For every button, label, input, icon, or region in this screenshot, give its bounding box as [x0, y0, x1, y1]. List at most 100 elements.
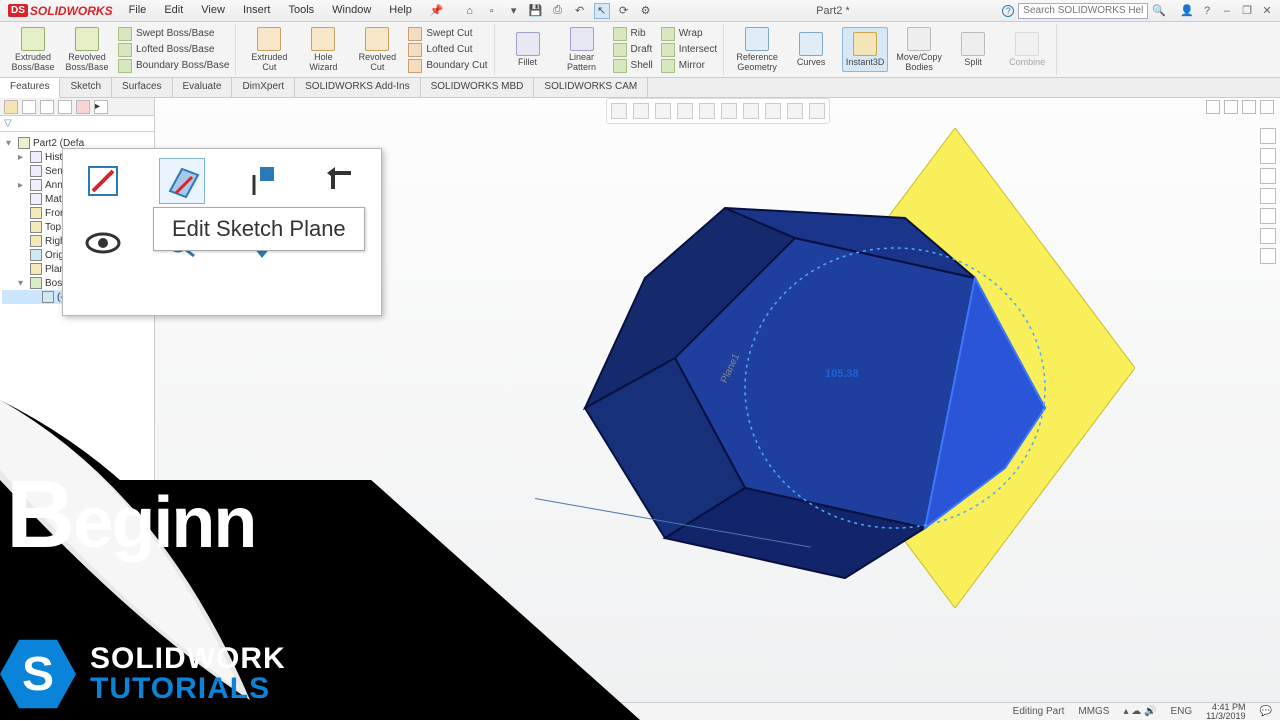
intersect-button[interactable]: Intersect	[661, 43, 717, 57]
hole-wizard-button[interactable]: Hole Wizard	[300, 27, 346, 73]
notifications-icon[interactable]: 💬	[1260, 706, 1272, 717]
rebuild-icon[interactable]: ⟳	[616, 3, 632, 19]
close-icon[interactable]: ✕	[1260, 4, 1274, 18]
zoom-fit-icon[interactable]	[611, 103, 627, 119]
fillet-button[interactable]: Fillet	[505, 27, 551, 73]
home-icon[interactable]: ⌂	[462, 3, 478, 19]
ref-geometry-button[interactable]: Reference Geometry	[734, 27, 780, 73]
context-toolbar-popup: Edit Sketch Plane	[62, 148, 382, 316]
swept-boss-button[interactable]: Swept Boss/Base	[118, 27, 229, 41]
wrap-button[interactable]: Wrap	[661, 27, 717, 41]
title-bar: DSSOLIDWORKS File Edit View Insert Tools…	[0, 0, 1280, 22]
taskpane-custom-icon[interactable]	[1260, 228, 1276, 244]
print-icon[interactable]: ⎙	[550, 3, 566, 19]
extruded-boss-button[interactable]: Extruded Boss/Base	[10, 27, 56, 73]
doc-min-icon[interactable]	[1224, 100, 1238, 114]
config-mgr-icon[interactable]	[40, 100, 54, 114]
tab-mbd[interactable]: SOLIDWORKS MBD	[421, 78, 535, 97]
linear-pattern-button[interactable]: Linear Pattern	[559, 27, 605, 73]
tab-features[interactable]: Features	[0, 78, 60, 98]
tab-sketch[interactable]: Sketch	[60, 78, 112, 97]
boss-list: Swept Boss/Base Lofted Boss/Base Boundar…	[118, 27, 229, 73]
property-mgr-icon[interactable]	[22, 100, 36, 114]
select-icon[interactable]: ↖	[594, 3, 610, 19]
tab-addins[interactable]: SOLIDWORKS Add-Ins	[295, 78, 420, 97]
menu-insert[interactable]: Insert	[235, 1, 279, 20]
lofted-boss-button[interactable]: Lofted Boss/Base	[118, 43, 229, 57]
hex-prism-body[interactable]	[545, 178, 1105, 618]
search-input[interactable]	[1018, 3, 1148, 19]
revolved-boss-button[interactable]: Revolved Boss/Base	[64, 27, 110, 73]
appearance-icon[interactable]	[765, 103, 781, 119]
help-icon[interactable]: ?	[1002, 5, 1014, 17]
taskpane-appearance-icon[interactable]	[1260, 208, 1276, 224]
tab-dimxpert[interactable]: DimXpert	[232, 78, 295, 97]
menu-edit[interactable]: Edit	[156, 1, 191, 20]
taskpane-explorer-icon[interactable]	[1260, 168, 1276, 184]
panel-more-icon[interactable]: ▸	[94, 100, 108, 114]
menu-file[interactable]: File	[121, 1, 155, 20]
help2-icon[interactable]: ?	[1200, 4, 1214, 18]
undo-icon[interactable]: ↶	[572, 3, 588, 19]
taskpane-resources-icon[interactable]	[1260, 128, 1276, 144]
instant3d-button[interactable]: Instant3D	[842, 27, 888, 73]
menu-pin-icon[interactable]: 📌	[422, 1, 452, 20]
edit-sketch-icon[interactable]	[80, 158, 126, 204]
menu-tools[interactable]: Tools	[280, 1, 322, 20]
tab-cam[interactable]: SOLIDWORKS CAM	[534, 78, 648, 97]
save-icon[interactable]: 💾	[528, 3, 544, 19]
back-icon[interactable]	[318, 158, 364, 204]
zoom-area-icon[interactable]	[633, 103, 649, 119]
menu-view[interactable]: View	[193, 1, 233, 20]
mirror-button[interactable]: Mirror	[661, 59, 717, 73]
display-style-icon[interactable]	[721, 103, 737, 119]
fm-tree-icon[interactable]	[4, 100, 18, 114]
normal-to-icon[interactable]	[239, 158, 285, 204]
tab-surfaces[interactable]: Surfaces	[112, 78, 172, 97]
view-orient-icon[interactable]	[699, 103, 715, 119]
doc-max-icon[interactable]	[1242, 100, 1256, 114]
edit-sketch-plane-icon[interactable]	[159, 158, 205, 204]
search-icon[interactable]: 🔍	[1152, 4, 1166, 17]
status-units[interactable]: MMGS	[1078, 706, 1109, 717]
curves-button[interactable]: Curves	[788, 27, 834, 73]
restore-icon[interactable]: ❐	[1240, 4, 1254, 18]
combine-button[interactable]: Combine	[1004, 27, 1050, 73]
shell-button[interactable]: Shell	[613, 59, 653, 73]
doc-popout-icon[interactable]	[1206, 100, 1220, 114]
split-button[interactable]: Split	[950, 27, 996, 73]
open-icon[interactable]: ▾	[506, 3, 522, 19]
new-icon[interactable]: ▫	[484, 3, 500, 19]
tab-evaluate[interactable]: Evaluate	[173, 78, 233, 97]
hide-show-icon[interactable]	[743, 103, 759, 119]
move-copy-button[interactable]: Move/Copy Bodies	[896, 27, 942, 73]
taskpane-forum-icon[interactable]	[1260, 248, 1276, 264]
user-icon[interactable]: 👤	[1180, 4, 1194, 18]
section-view-icon[interactable]	[677, 103, 693, 119]
swept-cut-button[interactable]: Swept Cut	[408, 27, 487, 41]
menu-help[interactable]: Help	[381, 1, 420, 20]
visibility-icon[interactable]	[80, 220, 126, 266]
scene-icon[interactable]	[787, 103, 803, 119]
tree-filter[interactable]: ▽	[0, 116, 154, 132]
draft-button[interactable]: Draft	[613, 43, 653, 57]
boundary-boss-button[interactable]: Boundary Boss/Base	[118, 59, 229, 73]
revolved-cut-button[interactable]: Revolved Cut	[354, 27, 400, 73]
window-buttons: 👤 ? – ❐ ✕	[1174, 4, 1280, 18]
extruded-cut-button[interactable]: Extruded Cut	[246, 27, 292, 73]
lofted-cut-button[interactable]: Lofted Cut	[408, 43, 487, 57]
rib-button[interactable]: Rib	[613, 27, 653, 41]
minimize-icon[interactable]: –	[1220, 4, 1234, 18]
taskpane-library-icon[interactable]	[1260, 148, 1276, 164]
taskpane-view-icon[interactable]	[1260, 188, 1276, 204]
options-icon[interactable]: ⚙	[638, 3, 654, 19]
dimxpert-mgr-icon[interactable]	[58, 100, 72, 114]
menu-window[interactable]: Window	[324, 1, 379, 20]
display-mgr-icon[interactable]	[76, 100, 90, 114]
boundary-cut-button[interactable]: Boundary Cut	[408, 59, 487, 73]
prev-view-icon[interactable]	[655, 103, 671, 119]
view-settings-icon[interactable]	[809, 103, 825, 119]
status-lang[interactable]: ENG	[1171, 706, 1193, 717]
doc-close-icon[interactable]	[1260, 100, 1274, 114]
dimension-label[interactable]: 105.38	[825, 368, 859, 380]
